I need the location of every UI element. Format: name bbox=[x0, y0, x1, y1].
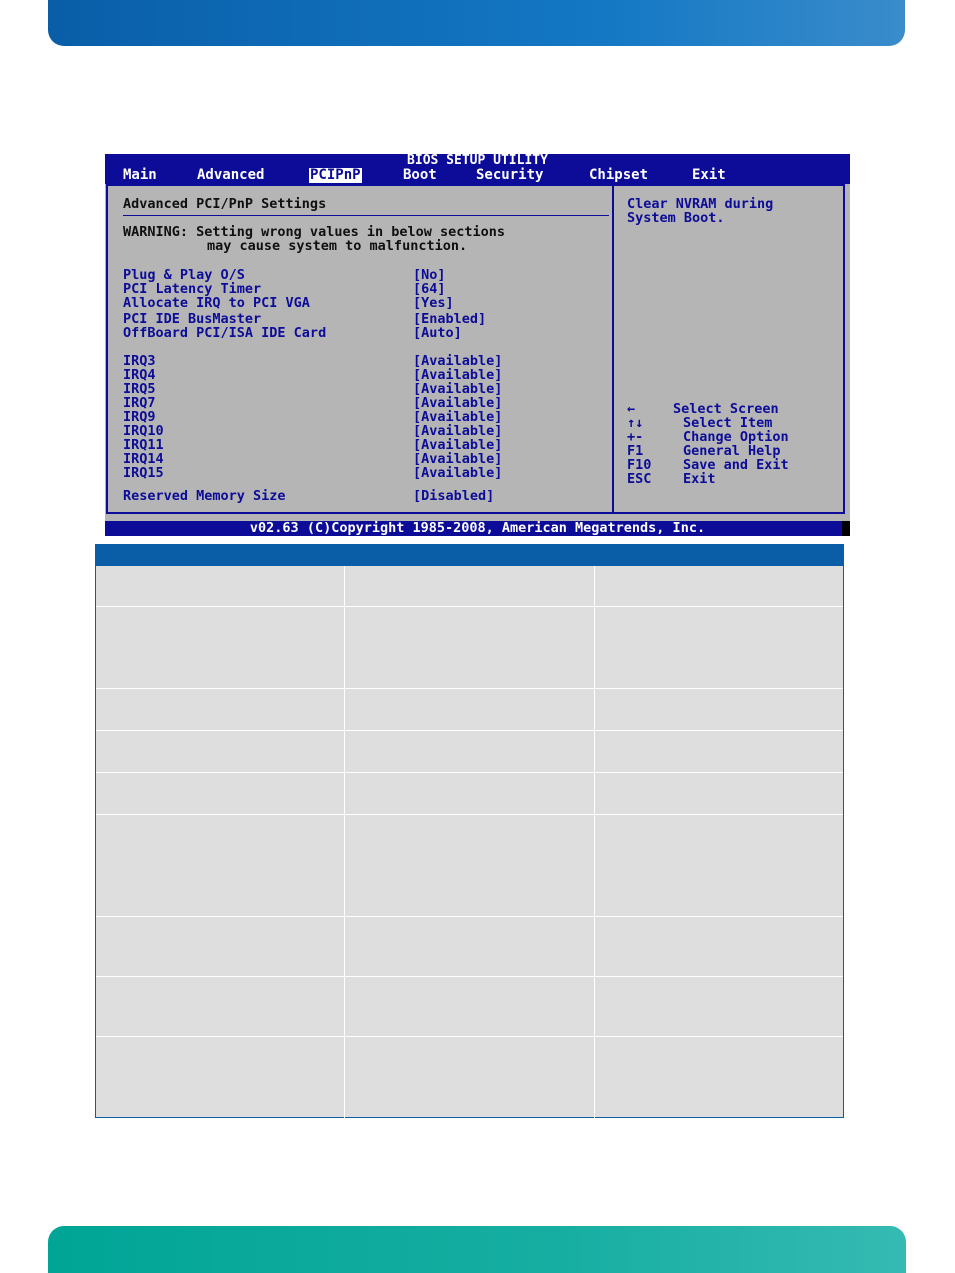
irq-value[interactable]: [Available] bbox=[413, 424, 502, 438]
key-help-key: ESC bbox=[627, 471, 652, 487]
irq-label[interactable]: IRQ10 bbox=[123, 424, 164, 438]
header-banner bbox=[48, 0, 905, 46]
bios-title: BIOS SETUP UTILITY bbox=[407, 154, 548, 168]
key-help-key: +- bbox=[627, 429, 644, 445]
irq-label[interactable]: IRQ11 bbox=[123, 438, 164, 452]
tab-boot[interactable]: Boot bbox=[403, 168, 437, 183]
table-row bbox=[96, 730, 843, 731]
table-row bbox=[96, 772, 843, 773]
key-help-action: Save and Exit bbox=[683, 457, 789, 473]
bios-footer-bar: v02.63 (C)Copyright 1985-2008, American … bbox=[105, 521, 850, 536]
key-help-action: Change Option bbox=[683, 429, 789, 445]
settings-table bbox=[95, 544, 844, 1118]
setting-value[interactable]: [Auto] bbox=[413, 326, 462, 340]
warning-line-2: may cause system to malfunction. bbox=[207, 238, 468, 254]
tab-pcipnp[interactable]: PCIPnP bbox=[309, 168, 362, 183]
warning-line-1: WARNING: Setting wrong values in below s… bbox=[123, 224, 506, 240]
table-row bbox=[96, 976, 843, 977]
irq-value[interactable]: [Available] bbox=[413, 438, 502, 452]
key-help-key: F10 bbox=[627, 457, 652, 473]
irq-label[interactable]: IRQ15 bbox=[123, 466, 164, 480]
setting-label[interactable]: PCI Latency Timer bbox=[123, 282, 261, 296]
setting-value[interactable]: [64] bbox=[413, 282, 446, 296]
key-help-action: Exit bbox=[683, 471, 716, 487]
key-help-action: Select Item bbox=[683, 415, 773, 431]
tab-security[interactable]: Security bbox=[476, 168, 543, 183]
irq-value[interactable]: [Available] bbox=[413, 452, 502, 466]
left-arrow-key-icon: ← bbox=[627, 401, 636, 417]
table-row bbox=[96, 1036, 843, 1037]
up-down-arrow-key-icon: ↑↓ bbox=[627, 415, 644, 431]
irq-value[interactable]: [Available] bbox=[413, 382, 502, 396]
irq-label[interactable]: IRQ7 bbox=[123, 396, 156, 410]
irq-value[interactable]: [Available] bbox=[413, 354, 502, 368]
irq-value[interactable]: [Available] bbox=[413, 466, 502, 480]
key-help-key: F1 bbox=[627, 443, 644, 459]
table-row bbox=[96, 916, 843, 917]
irq-value[interactable]: [Available] bbox=[413, 396, 502, 410]
irq-label[interactable]: IRQ4 bbox=[123, 368, 156, 382]
tab-chipset[interactable]: Chipset bbox=[589, 168, 648, 183]
reserved-memory-value[interactable]: [Disabled] bbox=[413, 489, 494, 503]
setting-label[interactable]: PCI IDE BusMaster bbox=[123, 312, 261, 326]
tab-exit[interactable]: Exit bbox=[692, 168, 726, 183]
section-title: Advanced PCI/PnP Settings bbox=[123, 196, 327, 212]
text-cursor bbox=[842, 521, 850, 536]
setting-label[interactable]: Plug & Play O/S bbox=[123, 268, 245, 282]
bios-title-separator bbox=[123, 215, 609, 216]
irq-label[interactable]: IRQ5 bbox=[123, 382, 156, 396]
table-row bbox=[96, 606, 843, 607]
irq-label[interactable]: IRQ3 bbox=[123, 354, 156, 368]
copyright-text: v02.63 (C)Copyright 1985-2008, American … bbox=[249, 520, 706, 536]
irq-value[interactable]: [Available] bbox=[413, 410, 502, 424]
table-header bbox=[96, 545, 843, 566]
help-text-line-1: Clear NVRAM during bbox=[627, 196, 774, 212]
reserved-memory-label[interactable]: Reserved Memory Size bbox=[123, 489, 286, 503]
help-text-line-2: System Boot. bbox=[627, 210, 725, 226]
tab-advanced[interactable]: Advanced bbox=[197, 168, 264, 183]
bios-menu-bar: BIOS SETUP UTILITY Main Advanced PCIPnP … bbox=[105, 154, 850, 184]
footer-banner bbox=[48, 1226, 906, 1273]
key-help-action: General Help bbox=[683, 443, 781, 459]
tab-main[interactable]: Main bbox=[123, 168, 157, 183]
irq-value[interactable]: [Available] bbox=[413, 368, 502, 382]
bios-screenshot: BIOS SETUP UTILITY Main Advanced PCIPnP … bbox=[105, 154, 850, 536]
setting-value[interactable]: [No] bbox=[413, 268, 446, 282]
key-help-action: Select Screen bbox=[673, 401, 779, 417]
setting-label[interactable]: OffBoard PCI/ISA IDE Card bbox=[123, 326, 326, 340]
setting-value[interactable]: [Enabled] bbox=[413, 312, 486, 326]
setting-value[interactable]: [Yes] bbox=[413, 296, 454, 310]
table-row bbox=[96, 814, 843, 815]
bios-panel-divider bbox=[612, 184, 614, 514]
table-row bbox=[96, 688, 843, 689]
setting-label[interactable]: Allocate IRQ to PCI VGA bbox=[123, 296, 310, 310]
irq-label[interactable]: IRQ9 bbox=[123, 410, 156, 424]
irq-label[interactable]: IRQ14 bbox=[123, 452, 164, 466]
